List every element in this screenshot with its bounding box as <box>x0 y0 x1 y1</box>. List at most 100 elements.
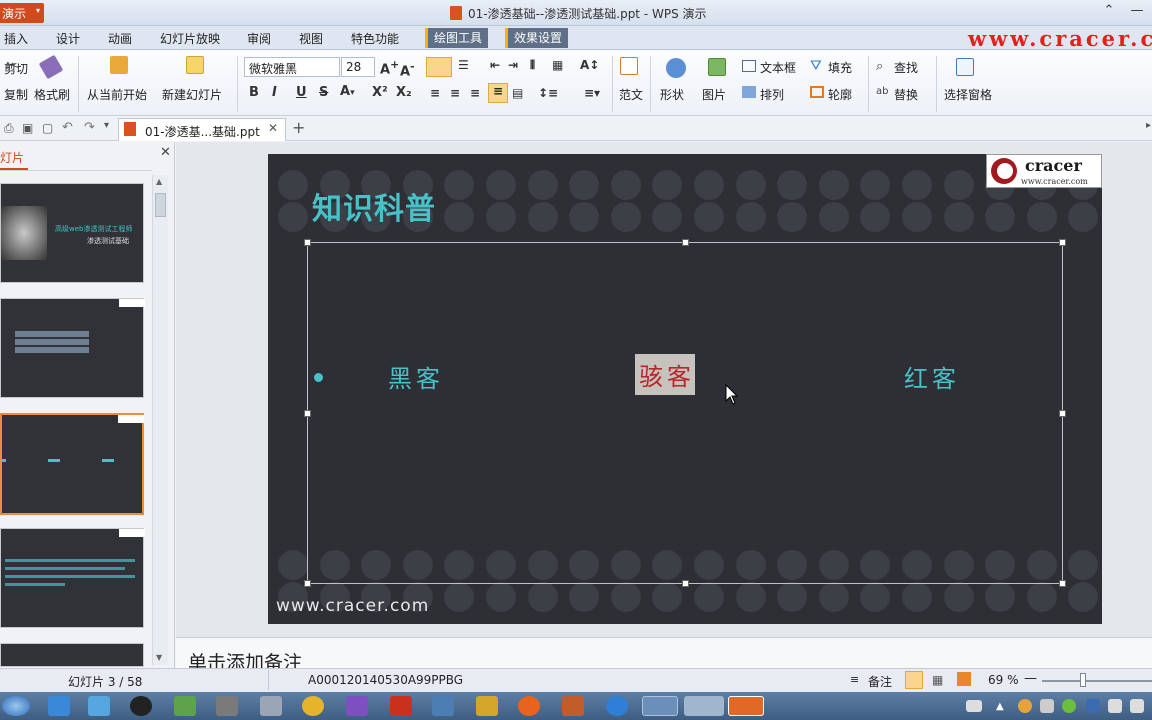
word-black-hat[interactable]: 黑客 <box>388 359 444 394</box>
find-button[interactable]: 查找 <box>894 59 918 76</box>
font-name-select[interactable]: 微软雅黑 <box>244 57 340 77</box>
copy-button[interactable]: 复制 <box>4 86 28 103</box>
slide-title[interactable]: 知识科普 <box>312 184 436 228</box>
close-tab-icon[interactable]: ✕ <box>268 121 278 135</box>
tab-drawing-tools[interactable]: 绘图工具 <box>425 28 489 48</box>
textbox-button[interactable]: 文本框 <box>760 59 796 76</box>
outline-button[interactable]: 轮廓 <box>828 86 852 103</box>
taskbar-app-icon[interactable] <box>390 696 412 716</box>
from-current-button[interactable]: 从当前开始 <box>87 86 147 103</box>
slide-thumbnail-4[interactable] <box>0 528 145 628</box>
slide-thumbnail-3-selected[interactable] <box>0 413 144 515</box>
taskbar-app-icon[interactable] <box>216 696 238 716</box>
taskbar-app-icon[interactable] <box>48 696 70 716</box>
taskbar-browser-icon[interactable] <box>518 696 540 716</box>
scroll-up-icon[interactable]: ▲ <box>156 177 162 186</box>
slide-sorter-icon[interactable]: ▦ <box>932 673 943 687</box>
increase-indent-icon[interactable]: ⇥ <box>508 58 518 72</box>
tray-icon[interactable] <box>1018 699 1032 713</box>
justify-icon[interactable]: ≡ <box>488 83 508 103</box>
align-left-icon[interactable]: ≡ <box>430 86 440 100</box>
network-icon[interactable] <box>1108 699 1122 713</box>
columns-icon[interactable]: ▦ <box>552 58 563 72</box>
close-panel-icon[interactable]: ✕ <box>160 145 171 160</box>
cut-button[interactable]: 剪切 <box>4 60 28 77</box>
customize-toolbar-icon[interactable]: ▾ <box>104 120 109 131</box>
shrink-font-icon[interactable]: A- <box>400 60 415 79</box>
resize-handle[interactable] <box>682 239 689 246</box>
taskbar-app-icon[interactable] <box>88 696 110 716</box>
tray-icon[interactable] <box>1062 699 1076 713</box>
start-button-icon[interactable] <box>2 696 30 716</box>
text-direction-icon[interactable]: ⫴ <box>530 58 535 73</box>
tray-expand-icon[interactable]: ▲ <box>996 701 1006 712</box>
underline-button[interactable]: U <box>296 85 307 100</box>
zoom-slider-thumb[interactable] <box>1080 673 1086 687</box>
taskbar-qq-icon[interactable] <box>130 696 152 716</box>
undo-icon[interactable]: ↶ <box>62 120 73 135</box>
notes-pane[interactable]: 单击添加备注 <box>176 637 1152 674</box>
slide-panel-scrollbar[interactable]: ▲ ▼ <box>152 175 168 665</box>
selection-pane-button[interactable]: 选择窗格 <box>944 86 992 103</box>
slides-panel-tab[interactable]: 灯片 <box>0 149 29 170</box>
taskbar-app-icon[interactable] <box>562 696 584 716</box>
resize-handle[interactable] <box>304 239 311 246</box>
volume-icon[interactable] <box>1130 699 1144 713</box>
app-menu-button[interactable]: 演示 ▾ <box>0 3 44 23</box>
word-red-hacker[interactable]: 红客 <box>904 359 960 394</box>
taskbar-visual-studio-icon[interactable] <box>346 696 368 716</box>
taskbar-app-icon[interactable] <box>642 696 678 716</box>
format-painter-button[interactable]: 格式刷 <box>34 86 70 103</box>
tab-effect-settings[interactable]: 效果设置 <box>505 28 569 48</box>
notes-toggle-label[interactable]: 备注 <box>868 673 892 690</box>
resize-handle[interactable] <box>1059 410 1066 417</box>
strikethrough-button[interactable]: S <box>319 85 328 100</box>
subscript-button[interactable]: X₂ <box>396 85 412 100</box>
slide-thumbnail-1[interactable]: 高级web渗透测试工程师 渗透测试基础 <box>0 183 144 283</box>
shapes-button[interactable]: 形状 <box>660 86 684 103</box>
find-doc-icon[interactable]: ▢ <box>42 121 53 135</box>
taskbar-explorer-icon[interactable] <box>684 696 724 716</box>
normal-view-icon[interactable] <box>905 671 923 689</box>
word-cracker-highlighted[interactable]: 骇客 <box>635 354 695 395</box>
taskbar-app-icon[interactable] <box>432 696 454 716</box>
zoom-out-icon[interactable]: — <box>1024 671 1037 686</box>
tray-icon[interactable] <box>1086 699 1100 713</box>
taskbar-app-icon[interactable] <box>302 696 324 716</box>
selected-textbox[interactable]: 黑客 骇客 红客 <box>304 239 1066 587</box>
taskbar-wps-presentation-icon[interactable] <box>728 696 764 716</box>
tab-animation[interactable]: 动画 <box>108 30 132 47</box>
print-icon[interactable]: ⎙ <box>4 121 14 136</box>
font-size-select[interactable]: 28 <box>341 57 375 77</box>
resize-handle[interactable] <box>304 410 311 417</box>
align-right-icon[interactable]: ≡ <box>470 86 480 100</box>
tab-review[interactable]: 审阅 <box>247 30 271 47</box>
superscript-button[interactable]: X² <box>372 85 388 100</box>
slide-thumbnail-2[interactable] <box>0 298 145 398</box>
new-slide-button[interactable]: 新建幻灯片 <box>162 86 222 103</box>
bullet-list-icon[interactable] <box>426 57 452 77</box>
new-tab-icon[interactable]: + <box>292 118 305 137</box>
scroll-down-icon[interactable]: ▼ <box>156 653 162 662</box>
tray-icon[interactable] <box>1040 699 1054 713</box>
panel-toggle-icon[interactable]: ▸ <box>1146 120 1151 131</box>
text-fit-icon[interactable]: A↕ <box>580 58 599 72</box>
collapse-ribbon-button[interactable]: ⌃ <box>1098 3 1120 21</box>
current-slide[interactable]: 知识科普 cracer www.cracer.com 黑客 骇客 红客 www.… <box>268 154 1102 624</box>
replace-button[interactable]: 替换 <box>894 86 918 103</box>
tab-slideshow[interactable]: 幻灯片放映 <box>160 30 220 47</box>
keyboard-icon[interactable] <box>966 700 982 712</box>
paragraph-spacing-icon[interactable]: ≡▾ <box>584 86 600 100</box>
taskbar-app-icon[interactable] <box>260 696 282 716</box>
print-preview-icon[interactable]: ▣ <box>22 121 33 135</box>
numbered-list-icon[interactable]: ☰ <box>458 58 469 72</box>
taskbar-app-icon[interactable] <box>476 696 498 716</box>
document-tab[interactable]: 01-渗透基...基础.ppt <box>118 118 286 141</box>
distribute-icon[interactable]: ▤ <box>512 86 523 100</box>
redo-icon[interactable]: ↷ <box>84 120 95 135</box>
tab-design[interactable]: 设计 <box>56 30 80 47</box>
slideshow-view-icon[interactable] <box>957 672 971 686</box>
italic-button[interactable]: I <box>272 85 277 100</box>
taskbar-ie-icon[interactable] <box>606 696 628 716</box>
resize-handle[interactable] <box>304 580 311 587</box>
